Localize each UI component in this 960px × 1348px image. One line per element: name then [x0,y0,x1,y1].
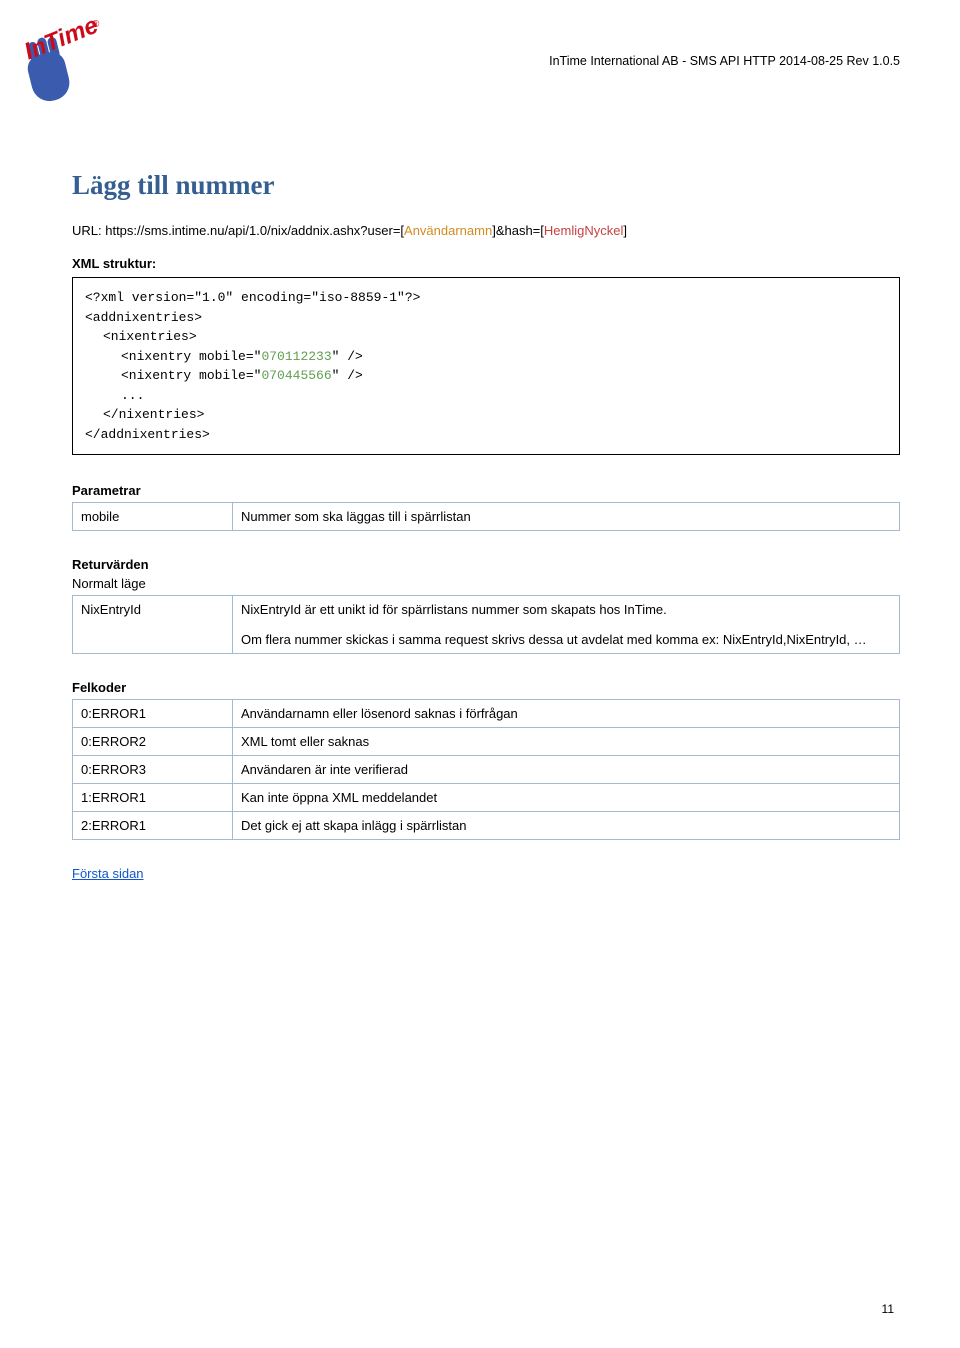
table-row: mobile Nummer som ska läggas till i spär… [73,503,900,531]
error-desc: XML tomt eller saknas [233,728,900,756]
error-desc: Användarnamn eller lösenord saknas i för… [233,700,900,728]
table-row: 0:ERROR1 Användarnamn eller lösenord sak… [73,700,900,728]
return-desc: NixEntryId är ett unikt id för spärrlist… [233,596,900,654]
error-code: 0:ERROR1 [73,700,233,728]
code-line: <addnixentries> [85,310,202,325]
return-name: NixEntryId [73,596,233,654]
url-mid: ]&hash=[ [492,223,544,238]
table-row: 0:ERROR2 XML tomt eller saknas [73,728,900,756]
error-code: 0:ERROR3 [73,756,233,784]
error-code: 2:ERROR1 [73,812,233,840]
logo-registered: ® [92,19,99,30]
first-page-link-wrap: Första sidan [72,866,900,881]
parametrar-table: mobile Nummer som ska läggas till i spär… [72,502,900,531]
logo: InTime ® [0,5,105,110]
code-line: ... [85,386,887,406]
error-desc: Det gick ej att skapa inlägg i spärrlist… [233,812,900,840]
url-suffix: ] [623,223,627,238]
code-line: <nixentry mobile="070445566" /> [85,366,887,386]
xml-struktur-label: XML struktur: [72,256,900,271]
returvarden-heading: Returvärden [72,557,900,572]
error-desc: Användaren är inte verifierad [233,756,900,784]
code-line: <nixentries> [85,327,887,347]
code-value: 070112233 [261,349,331,364]
api-url: URL: https://sms.intime.nu/api/1.0/nix/a… [72,223,900,238]
doc-header: InTime International AB - SMS API HTTP 2… [549,54,900,68]
page-title: Lägg till nummer [72,170,900,201]
felkoder-table: 0:ERROR1 Användarnamn eller lösenord sak… [72,699,900,840]
url-prefix: URL: https://sms.intime.nu/api/1.0/nix/a… [72,223,404,238]
param-desc: Nummer som ska läggas till i spärrlistan [233,503,900,531]
code-value: 070445566 [261,368,331,383]
xml-code-block: <?xml version="1.0" encoding="iso-8859-1… [72,277,900,455]
returvarden-subheading: Normalt läge [72,576,900,591]
table-row: 0:ERROR3 Användaren är inte verifierad [73,756,900,784]
felkoder-heading: Felkoder [72,680,900,695]
parametrar-heading: Parametrar [72,483,900,498]
error-desc: Kan inte öppna XML meddelandet [233,784,900,812]
url-user-placeholder: Användarnamn [404,223,492,238]
code-line: </addnixentries> [85,427,210,442]
code-line: </nixentries> [85,405,887,425]
table-row: 1:ERROR1 Kan inte öppna XML meddelandet [73,784,900,812]
url-hash-placeholder: HemligNyckel [544,223,623,238]
param-name: mobile [73,503,233,531]
table-row: 2:ERROR1 Det gick ej att skapa inlägg i … [73,812,900,840]
error-code: 1:ERROR1 [73,784,233,812]
first-page-link[interactable]: Första sidan [72,866,144,881]
code-line: <nixentry mobile="070112233" /> [85,347,887,367]
page-number: 11 [882,1302,894,1316]
code-line: <?xml version="1.0" encoding="iso-8859-1… [85,290,420,305]
table-row: NixEntryId NixEntryId är ett unikt id fö… [73,596,900,654]
error-code: 0:ERROR2 [73,728,233,756]
returvarden-table: NixEntryId NixEntryId är ett unikt id fö… [72,595,900,654]
